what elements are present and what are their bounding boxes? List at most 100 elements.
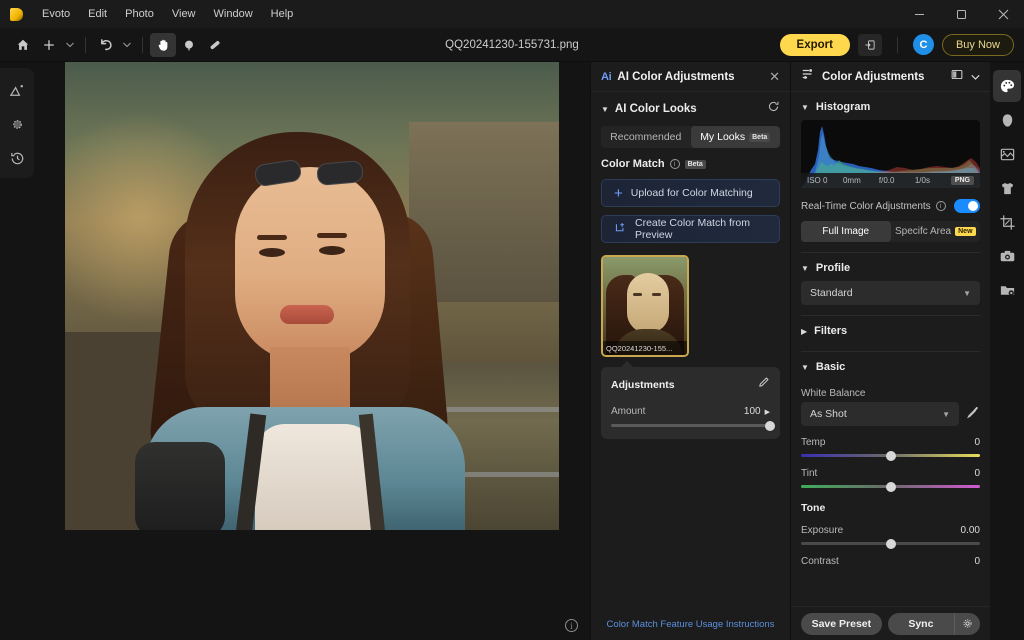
menu-bar: Evoto Edit Photo View Window Help <box>0 0 1024 28</box>
amount-value: 100 <box>743 406 761 417</box>
hand-icon[interactable] <box>150 32 176 57</box>
info-icon[interactable]: i <box>669 159 680 169</box>
temp-value: 0 <box>974 437 980 448</box>
new-badge: New <box>955 227 976 236</box>
info-icon[interactable]: i <box>935 201 946 211</box>
close-icon[interactable] <box>982 0 1024 28</box>
realtime-toggle[interactable] <box>954 199 980 213</box>
profile-select[interactable]: Standard ▼ <box>801 281 980 305</box>
eyedropper-icon[interactable] <box>966 405 980 424</box>
tint-slider[interactable] <box>801 481 980 492</box>
create-button-label: Create Color Match from Preview <box>635 217 750 241</box>
color-match-instructions-link[interactable]: Color Match Feature Usage Instructions <box>591 619 790 630</box>
folder-preview-icon[interactable] <box>993 274 1021 306</box>
beta-badge: Beta <box>684 159 706 169</box>
menu-item-photo[interactable]: Photo <box>116 5 163 23</box>
ai-color-looks-title: AI Color Looks <box>614 103 697 115</box>
photo-brow-right <box>317 233 347 238</box>
profile-header[interactable]: ▼ Profile <box>791 253 990 278</box>
filters-title: Filters <box>814 325 848 337</box>
menu-item-edit[interactable]: Edit <box>79 5 116 23</box>
histogram-header[interactable]: ▼ Histogram <box>791 92 990 117</box>
chevron-down-icon: ▼ <box>942 409 950 419</box>
home-icon[interactable] <box>10 33 36 57</box>
amount-slider-knob[interactable] <box>765 420 775 431</box>
dodge-icon[interactable] <box>176 33 202 57</box>
add-chevron-down-icon[interactable] <box>62 33 78 57</box>
contrast-label: Contrast <box>801 556 839 567</box>
undo-icon[interactable] <box>93 33 119 57</box>
close-icon[interactable]: ✕ <box>769 70 780 83</box>
create-from-preview-icon <box>614 221 627 237</box>
crop-icon[interactable] <box>993 206 1021 238</box>
menu-item-evoto[interactable]: Evoto <box>33 5 79 23</box>
thumbnail-eye-left <box>633 293 642 296</box>
upload-for-color-matching-button[interactable]: + Upload for Color Matching <box>601 179 780 207</box>
toolbar-right-group: Export C Buy Now <box>779 33 1014 56</box>
tab-specific-area[interactable]: Specifc Area New <box>891 221 981 242</box>
color-match-thumbnail[interactable]: QQ20241230-155... <box>601 255 689 357</box>
chevron-down-icon[interactable] <box>971 68 980 86</box>
export-to-file-icon[interactable] <box>857 33 882 56</box>
exposure-label: Exposure <box>801 525 844 536</box>
white-balance-controls: As Shot ▼ <box>801 402 980 426</box>
ai-color-looks-header[interactable]: ▼ AI Color Looks <box>591 92 790 122</box>
info-icon[interactable]: i <box>565 619 578 632</box>
photo-backpack <box>135 442 225 530</box>
menu-item-window[interactable]: Window <box>205 5 262 23</box>
healing-brush-icon[interactable] <box>202 33 228 57</box>
tab-recommended-label: Recommended <box>610 131 682 143</box>
color-palette-icon[interactable] <box>993 70 1021 102</box>
reset-icon[interactable] <box>767 100 780 118</box>
maximize-icon[interactable] <box>940 0 982 28</box>
menu-item-help[interactable]: Help <box>262 5 303 23</box>
avatar[interactable]: C <box>912 34 934 55</box>
edit-icon[interactable] <box>757 376 770 394</box>
menu-item-view[interactable]: View <box>163 5 205 23</box>
tab-recommended[interactable]: Recommended <box>601 126 691 148</box>
upload-button-label: Upload for Color Matching <box>630 187 753 199</box>
history-icon[interactable] <box>3 142 31 174</box>
amount-slider[interactable] <box>611 420 775 431</box>
tab-full-image-label: Full Image <box>822 226 870 237</box>
temp-slider-knob[interactable] <box>885 450 896 461</box>
chevron-right-icon[interactable]: ▶ <box>765 408 770 416</box>
ai-retouch-icon[interactable] <box>3 74 31 106</box>
histogram-iso: ISO 0 <box>807 176 828 185</box>
tab-full-image[interactable]: Full Image <box>801 221 891 242</box>
split-view-icon[interactable] <box>950 68 964 86</box>
minimize-icon[interactable] <box>898 0 940 28</box>
toolbar-divider-2 <box>142 36 143 53</box>
sync-button[interactable]: Sync <box>887 612 954 635</box>
buy-now-button[interactable]: Buy Now <box>941 33 1014 56</box>
photo-eye-right <box>319 246 345 255</box>
contrast-row: Contrast 0 <box>801 556 980 567</box>
amount-row: Amount 100 ▶ <box>611 406 770 417</box>
light-icon[interactable] <box>3 108 31 140</box>
create-color-match-from-preview-button[interactable]: Create Color Match from Preview <box>601 215 780 243</box>
exposure-slider-knob[interactable] <box>885 538 896 549</box>
temp-slider[interactable] <box>801 450 980 461</box>
filters-header[interactable]: ▶ Filters <box>791 316 990 341</box>
camera-icon[interactable] <box>993 240 1021 272</box>
export-button[interactable]: Export <box>779 33 850 56</box>
white-balance-select[interactable]: As Shot ▼ <box>801 402 959 426</box>
exposure-slider[interactable] <box>801 538 980 549</box>
photo-shirt <box>255 424 375 530</box>
clothes-icon[interactable] <box>993 172 1021 204</box>
color-match-thumbnails: QQ20241230-155... <box>591 247 790 357</box>
tab-my-looks[interactable]: My Looks Beta <box>690 126 780 148</box>
basic-header[interactable]: ▼ Basic <box>791 352 990 377</box>
edited-photo[interactable] <box>65 62 559 530</box>
evoto-logo-icon <box>10 7 23 21</box>
face-icon[interactable] <box>993 104 1021 136</box>
undo-chevron-down-icon[interactable] <box>119 33 135 57</box>
photo-canvas[interactable]: i <box>34 62 590 640</box>
save-preset-button[interactable]: Save Preset <box>801 612 882 635</box>
background-icon[interactable] <box>993 138 1021 170</box>
add-button[interactable] <box>36 33 62 57</box>
gear-icon[interactable] <box>954 612 980 635</box>
color-panel-content: ▼ Histogram ISO 0 0mm f/0.0 1/0s PNG Rea… <box>791 92 990 606</box>
tint-slider-knob[interactable] <box>885 481 896 492</box>
color-panel-footer: Save Preset Sync <box>791 606 990 640</box>
